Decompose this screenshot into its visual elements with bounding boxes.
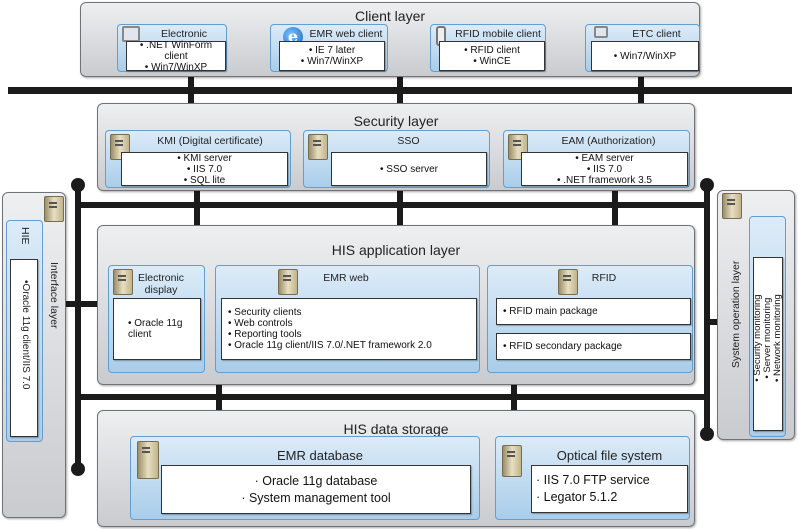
detail-line: · Legator 5.1.2 bbox=[536, 490, 618, 504]
interface-layer-title: Interface layer bbox=[48, 262, 60, 329]
emr-web-client: e EMR web client • IE 7 later • Win7/Win… bbox=[270, 24, 388, 72]
component-title: EMR database bbox=[277, 448, 363, 463]
detail-line: • Win7/WinXP bbox=[144, 61, 208, 73]
file-server-icon bbox=[502, 445, 522, 477]
detail-line: • Network monitoring bbox=[772, 294, 783, 382]
monitoring-server-icon bbox=[722, 193, 742, 219]
detail-line: · IIS 7.0 FTP service bbox=[536, 473, 650, 487]
component-details: • KMI server • IIS 7.0 • SQL lite bbox=[121, 152, 288, 186]
system-operation-layer-title: System operation layer bbox=[730, 260, 742, 368]
database-server-icon bbox=[137, 441, 159, 479]
emr-database: EMR database · Oracle 11g database · Sys… bbox=[130, 436, 480, 520]
electronic-display-client: Electronic display client • .NET WinForm… bbox=[117, 24, 227, 73]
detail-line: • RFID secondary package bbox=[503, 341, 623, 352]
architecture-diagram: Client layer Electronic display client •… bbox=[0, 0, 798, 529]
component-title: Optical file system bbox=[556, 448, 663, 463]
layer-title: Client layer bbox=[354, 8, 426, 24]
rfid-secondary-package: • RFID secondary package bbox=[496, 333, 691, 360]
component-title: EMR web client bbox=[309, 28, 383, 40]
server-icon bbox=[113, 269, 133, 295]
detail-line: • IE 7 later bbox=[308, 45, 356, 56]
kmi-component: KMI (Digital certificate) • KMI server •… bbox=[105, 130, 291, 188]
detail-line: • RFID client bbox=[464, 45, 520, 56]
detail-line: • Oracle 11g client/IIS 7.0/.NET framewo… bbox=[228, 340, 432, 351]
component-details: • Win7/WinXP bbox=[591, 41, 699, 71]
optical-file-system: Optical file system · IIS 7.0 FTP servic… bbox=[495, 436, 690, 520]
detail-line: • Win7/WinXP bbox=[613, 50, 677, 62]
connector bbox=[188, 76, 194, 104]
connector bbox=[66, 301, 100, 307]
component-title: EMR web bbox=[323, 272, 369, 284]
detail-line: • EAM server bbox=[575, 152, 634, 164]
detail-line: • SQL lite bbox=[183, 174, 226, 186]
detail-line: • Security clients bbox=[228, 307, 302, 318]
emr-web-app: EMR web • Security clients • Web control… bbox=[215, 265, 480, 373]
sso-component: SSO • SSO server bbox=[303, 130, 490, 188]
connector bbox=[397, 76, 403, 104]
monitoring-box: • Security monitoring • Server monitorin… bbox=[749, 216, 786, 437]
bus-node bbox=[700, 178, 714, 192]
component-details: • .NET WinForm client • Win7/WinXP bbox=[126, 39, 226, 73]
layer-title: HIS application layer bbox=[331, 242, 461, 258]
detail-line: • Reporting tools bbox=[228, 329, 302, 340]
component-title: RFID mobile client bbox=[455, 28, 541, 40]
rfid-app: RFID • RFID main package • RFID secondar… bbox=[487, 265, 693, 373]
detail-line: • Win7/WinXP bbox=[300, 56, 364, 67]
detail-line: • Web controls bbox=[228, 318, 293, 329]
hie-box: HIE •Oracle 11g client/IIS 7.0 bbox=[6, 220, 43, 442]
component-details: • IE 7 later • Win7/WinXP bbox=[279, 41, 385, 71]
component-title: ETC client bbox=[632, 28, 681, 40]
detail-line: · System management tool bbox=[241, 490, 391, 505]
connector bbox=[194, 190, 200, 226]
detail-line: • WinCE bbox=[473, 56, 511, 67]
detail-line: • Oracle 11g client bbox=[128, 318, 183, 340]
server-icon bbox=[278, 269, 298, 295]
component-details: •Oracle 11g client/IIS 7.0 bbox=[10, 259, 38, 437]
connector bbox=[511, 383, 517, 413]
bus-node bbox=[700, 427, 714, 441]
server-icon bbox=[44, 196, 64, 222]
bus-left-vertical bbox=[75, 185, 81, 469]
detail-line: • RFID main package bbox=[503, 306, 598, 317]
component-details: · IIS 7.0 FTP service · Legator 5.1.2 bbox=[531, 465, 688, 513]
bus-node bbox=[71, 178, 85, 192]
detail-line: • KMI server bbox=[177, 152, 232, 164]
server-icon bbox=[558, 269, 578, 295]
component-title: SSO bbox=[397, 135, 420, 147]
bus-node bbox=[71, 462, 85, 476]
detail-line: • .NET framework 3.5 bbox=[556, 174, 652, 186]
component-details: • Security clients • Web controls • Repo… bbox=[221, 298, 477, 360]
component-details: • EAM server • IIS 7.0 • .NET framework … bbox=[521, 152, 688, 186]
component-title: EAM (Authorization) bbox=[561, 135, 656, 147]
hie-title: HIE bbox=[19, 227, 31, 245]
detail-line: • IIS 7.0 bbox=[586, 163, 623, 175]
component-title: Electronic display bbox=[137, 272, 185, 296]
component-title: KMI (Digital certificate) bbox=[157, 135, 263, 147]
connector bbox=[638, 76, 644, 104]
component-details: • Oracle 11g client bbox=[113, 298, 201, 360]
desktop-pc-icon bbox=[594, 26, 608, 38]
electronic-display-app: Electronic display • Oracle 11g client bbox=[108, 265, 205, 373]
rfid-mobile-client: RFID mobile client • RFID client • WinCE bbox=[430, 24, 546, 72]
etc-client: ETC client • Win7/WinXP bbox=[585, 24, 700, 72]
connector bbox=[612, 190, 618, 226]
connector bbox=[397, 190, 403, 226]
detail-line: • SSO server bbox=[380, 163, 438, 175]
component-title: RFID bbox=[591, 272, 617, 284]
detail-line: · Oracle 11g database bbox=[254, 473, 378, 488]
layer-title: Security layer bbox=[353, 113, 439, 129]
rfid-main-package: • RFID main package bbox=[496, 298, 691, 325]
detail-line: • IIS 7.0 bbox=[186, 163, 223, 175]
connector bbox=[216, 383, 222, 413]
layer-title: HIS data storage bbox=[343, 421, 449, 437]
server-icon bbox=[308, 134, 328, 160]
component-details: • RFID client • WinCE bbox=[439, 41, 545, 71]
bus-lower bbox=[78, 394, 708, 400]
detail-line: •Oracle 11g client/IIS 7.0 bbox=[20, 280, 31, 390]
detail-line: • .NET WinForm client bbox=[139, 39, 213, 62]
component-details: · Oracle 11g database · System managemen… bbox=[161, 465, 471, 514]
component-details: • SSO server bbox=[331, 152, 487, 186]
eam-component: EAM (Authorization) • EAM server • IIS 7… bbox=[503, 130, 690, 188]
component-details: • Security monitoring • Server monitorin… bbox=[752, 257, 783, 431]
